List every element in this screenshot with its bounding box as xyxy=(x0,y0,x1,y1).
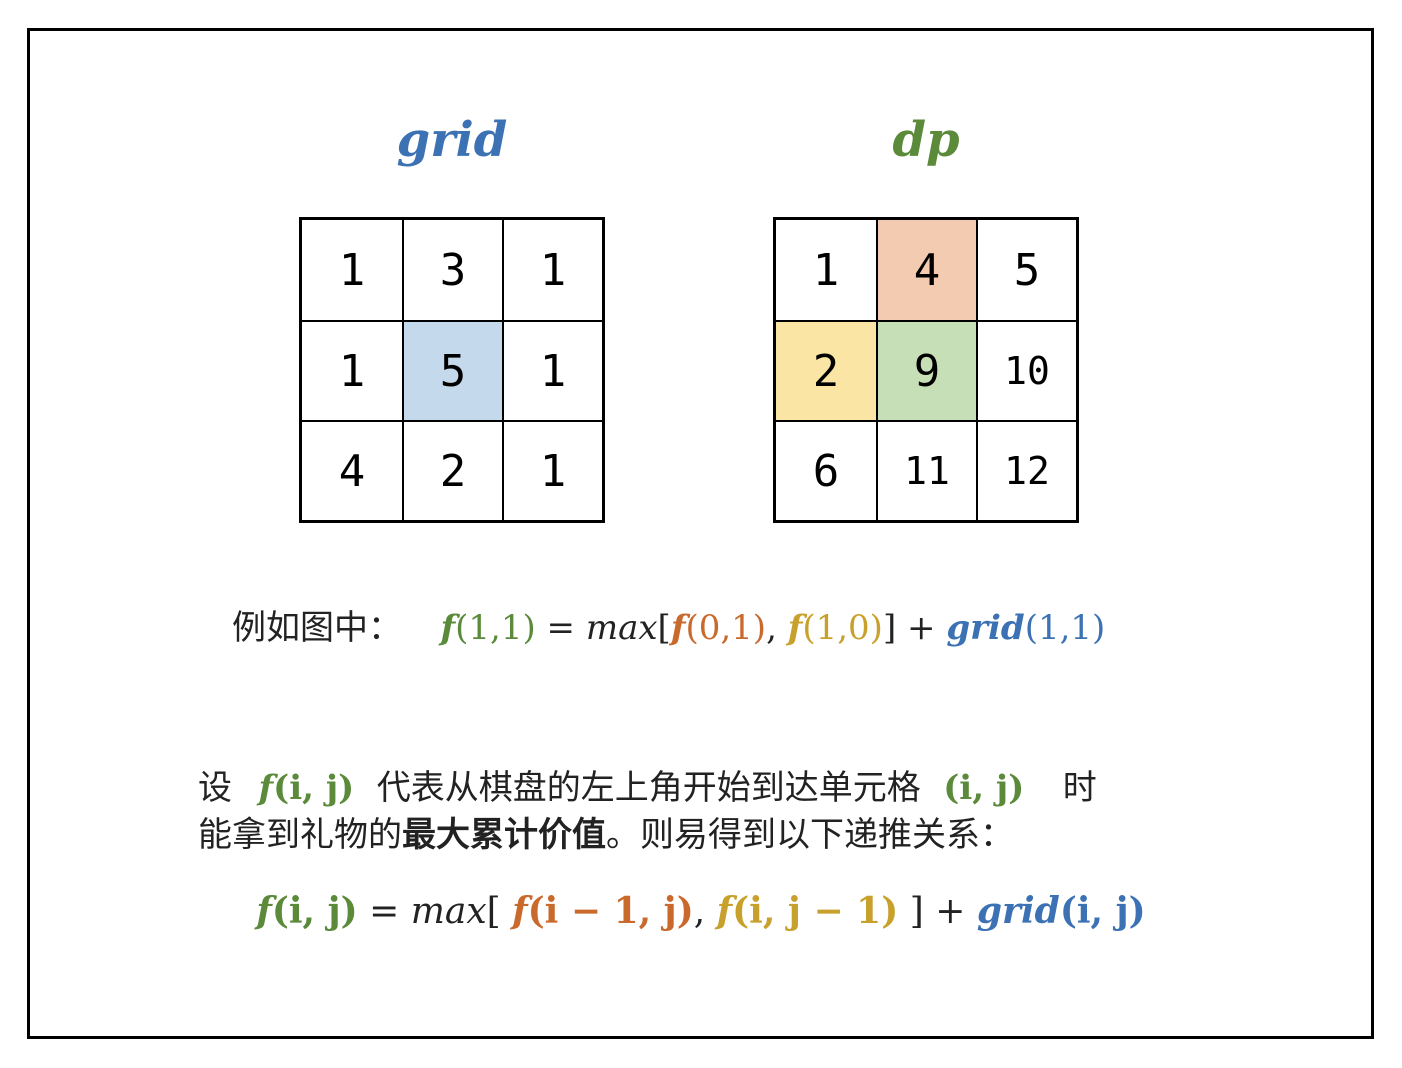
rec-f-left: f xyxy=(716,890,733,932)
dp-cell-1-2: 10 xyxy=(976,320,1076,420)
grid-cell-1-2: 1 xyxy=(502,320,602,420)
rec-rbr: ] xyxy=(898,891,924,932)
example-f-left: f xyxy=(787,608,803,648)
rec-comma: , xyxy=(693,891,717,932)
example-prefix: 例如图中： xyxy=(232,608,402,648)
dp-cell-0-0: 1 xyxy=(812,244,840,296)
dp-cell-0-2: 5 xyxy=(976,220,1076,320)
dp-title: dp xyxy=(892,112,960,168)
desc-ij: (i, j) xyxy=(273,768,355,808)
grid-cell-2-0: 4 xyxy=(302,420,402,520)
grid-cell-2-1: 2 xyxy=(402,420,502,520)
dp-cell-1-1: 9 xyxy=(876,320,976,420)
example-lbr: [ xyxy=(657,608,671,648)
example-eq: = xyxy=(535,608,586,648)
grid-title: grid xyxy=(396,112,508,168)
rec-ij: (i, j) xyxy=(271,890,358,932)
desc-middle: 代表从棋盘的左上角开始到达单元格 xyxy=(376,768,921,808)
recurrence-formula: f(i, j) = max[ f(i − 1, j), f(i, j − 1) … xyxy=(0,890,1402,932)
example-grid: grid xyxy=(946,608,1025,648)
example-args-11: (1,1) xyxy=(455,608,536,648)
desc-time: 时 xyxy=(1062,768,1097,808)
grid-cell-1-0: 1 xyxy=(302,320,402,420)
desc-f: f xyxy=(258,768,274,808)
dp-cell-2-2: 12 xyxy=(976,420,1076,520)
grid-cell-2-2: 1 xyxy=(502,420,602,520)
example-args-grid: (1,1) xyxy=(1024,608,1106,648)
desc-line2-bold: 最大累计价值 xyxy=(402,815,606,855)
description: 设 f(i, j) 代表从棋盘的左上角开始到达单元格 (i, j) 时 能拿到礼… xyxy=(198,765,1097,859)
desc-line2-post: 。则易得到以下递推关系： xyxy=(606,815,1014,855)
example-f: f xyxy=(440,608,456,648)
dp-cell-1-0: 2 xyxy=(776,320,876,420)
rec-gij: (i, j) xyxy=(1059,890,1146,932)
dp-cell-2-0: 6 xyxy=(776,420,876,520)
diagram-frame xyxy=(27,28,1374,1039)
example-rbr: ] xyxy=(882,608,897,648)
grid-cell-1-1: 5 xyxy=(402,320,502,420)
rec-plus: + xyxy=(923,891,977,932)
rec-term1: (i − 1, j) xyxy=(527,890,694,932)
grid-cell-0-0: 1 xyxy=(338,244,366,296)
rec-grid: grid xyxy=(976,890,1060,932)
rec-lbr: [ xyxy=(486,891,513,932)
rec-f-up: f xyxy=(512,890,528,932)
example-f-up: f xyxy=(670,608,686,648)
example-plus: + xyxy=(896,608,947,648)
example-args-01: (0,1) xyxy=(685,608,767,648)
rec-term2: (i, j − 1) xyxy=(732,890,899,932)
grid-matrix: 131151421 xyxy=(299,217,605,523)
grid-cell-0-2: 1 xyxy=(502,220,602,320)
desc-ij2: (i, j) xyxy=(943,768,1025,808)
example-formula: 例如图中： f(1,1) = max[f(0,1), f(1,0)] + gri… xyxy=(232,600,1105,649)
dp-matrix: 1 4 5 2 9 10 6 11 12 xyxy=(773,217,1079,523)
example-comma: , xyxy=(766,608,788,648)
rec-max: max xyxy=(410,891,487,932)
desc-set: 设 xyxy=(198,768,232,808)
example-max: max xyxy=(585,608,658,648)
example-args-10: (1,0) xyxy=(802,608,883,648)
desc-line2-pre: 能拿到礼物的 xyxy=(198,815,402,855)
dp-cell-0-1: 4 xyxy=(876,220,976,320)
rec-eq: = xyxy=(357,891,411,932)
rec-f: f xyxy=(256,890,272,932)
diagram-stage: grid dp 131151421 1 4 5 2 9 10 6 11 12 例如图中： f(1… xyxy=(0,0,1402,1068)
grid-cell-0-1: 3 xyxy=(402,220,502,320)
dp-cell-2-1: 11 xyxy=(876,420,976,520)
